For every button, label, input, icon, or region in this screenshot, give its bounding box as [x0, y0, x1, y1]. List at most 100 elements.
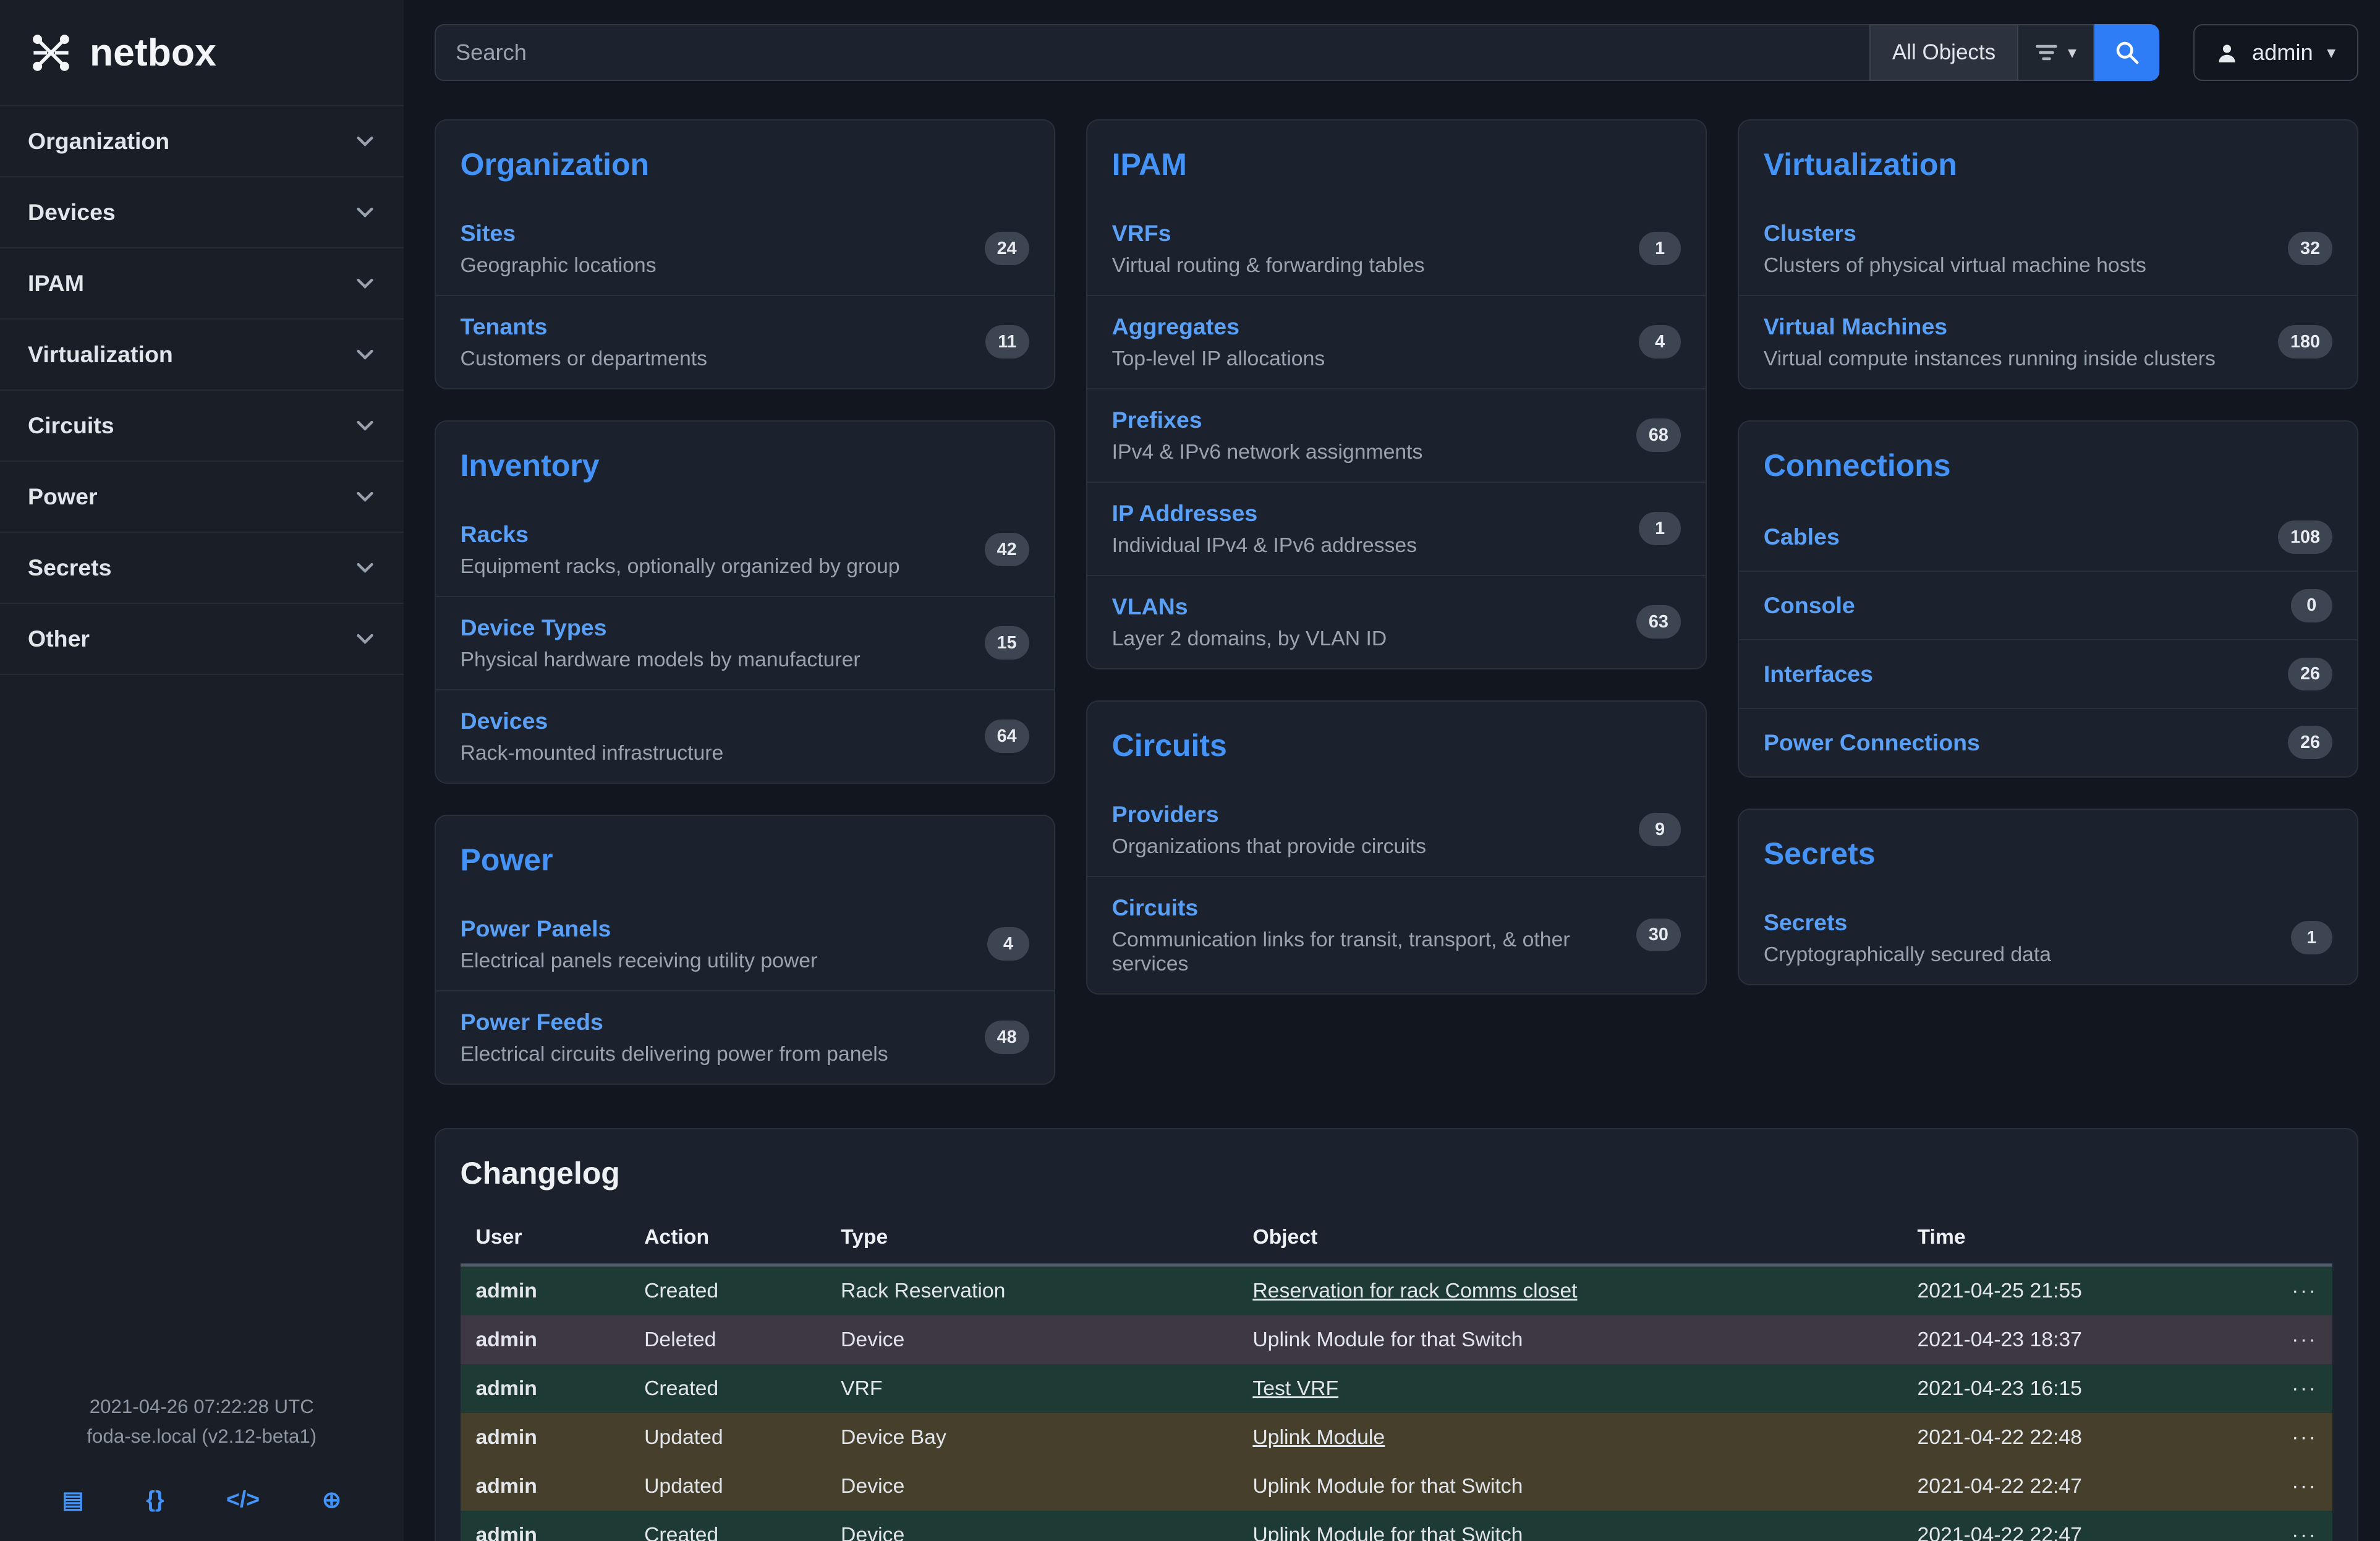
card-item-link[interactable]: Aggregates — [1112, 313, 1239, 339]
globe-icon[interactable]: ⊕ — [322, 1486, 341, 1513]
card-item-link[interactable]: Sites — [461, 220, 516, 246]
code-icon[interactable]: </> — [226, 1486, 260, 1513]
sidebar-item-label: IPAM — [28, 270, 84, 297]
changelog-action: Created — [629, 1364, 825, 1413]
card-item-link[interactable]: Device Types — [461, 614, 607, 640]
changelog-object-link[interactable]: Uplink Module — [1252, 1425, 1385, 1449]
chevron-down-icon — [354, 628, 376, 650]
changelog-row[interactable]: admin Created Device Uplink Module for t… — [461, 1511, 2333, 1541]
card-item-link[interactable]: Console — [1764, 592, 1855, 618]
card-title-link[interactable]: Power — [436, 816, 1054, 898]
card-item-link[interactable]: VLANs — [1112, 593, 1188, 619]
card-item-link[interactable]: Tenants — [461, 313, 548, 339]
changelog-row[interactable]: admin Updated Device Bay Uplink Module 2… — [461, 1413, 2333, 1462]
docs-icon[interactable]: ▤ — [62, 1486, 83, 1513]
card-item-link[interactable]: Racks — [461, 521, 529, 547]
card-title-link[interactable]: Organization — [436, 121, 1054, 203]
dashboard-card: Inventory Racks Equipment racks, optiona… — [435, 420, 1055, 784]
card-title-link[interactable]: IPAM — [1087, 121, 1706, 203]
row-actions-button[interactable]: ··· — [2276, 1511, 2332, 1541]
changelog-user: admin — [461, 1511, 629, 1541]
braces-icon[interactable]: {} — [146, 1486, 164, 1513]
row-actions-button[interactable]: ··· — [2276, 1413, 2332, 1462]
sidebar-item-secrets[interactable]: Secrets — [0, 533, 404, 604]
card-item-description: Cryptographically secured data — [1764, 943, 2051, 967]
card-item-link[interactable]: Interfaces — [1764, 661, 1873, 687]
chevron-down-icon — [354, 415, 376, 436]
card-item-link[interactable]: Virtual Machines — [1764, 313, 1947, 339]
card-item-link[interactable]: Devices — [461, 708, 548, 734]
search-input[interactable] — [435, 24, 1869, 82]
card-item-text: Prefixes IPv4 & IPv6 network assignments — [1112, 406, 1423, 464]
chevron-down-icon: ▾ — [2327, 43, 2335, 62]
dashboard-card: Power Power Panels Electrical panels rec… — [435, 815, 1055, 1085]
sidebar-item-label: Virtualization — [28, 341, 173, 368]
card-item-link[interactable]: Clusters — [1764, 220, 1856, 246]
sidebar-item-devices[interactable]: Devices — [0, 177, 404, 248]
card-item-link[interactable]: Prefixes — [1112, 407, 1202, 433]
changelog-object: Uplink Module — [1237, 1413, 1902, 1462]
card-items: Providers Organizations that provide cir… — [1087, 784, 1706, 993]
card-item-link[interactable]: Circuits — [1112, 894, 1199, 920]
card-item-link[interactable]: Secrets — [1764, 909, 1848, 935]
changelog-card: Changelog UserActionTypeObjectTime admin… — [435, 1128, 2359, 1541]
chevron-down-icon — [354, 273, 376, 294]
sidebar-item-power[interactable]: Power — [0, 462, 404, 533]
card-title-link[interactable]: Inventory — [436, 422, 1054, 504]
row-actions-button[interactable]: ··· — [2276, 1364, 2332, 1413]
sidebar-item-circuits[interactable]: Circuits — [0, 391, 404, 462]
card-item: Aggregates Top-level IP allocations 4 — [1087, 295, 1706, 388]
netbox-logo[interactable]: netbox — [0, 0, 404, 105]
sidebar-item-label: Circuits — [28, 412, 114, 439]
card-item-link[interactable]: IP Addresses — [1112, 500, 1258, 526]
sidebar-item-other[interactable]: Other — [0, 604, 404, 675]
card-item-link[interactable]: Power Connections — [1764, 729, 1980, 755]
card-item-link[interactable]: Power Feeds — [461, 1009, 603, 1035]
dashboard-card: Secrets Secrets Cryptographically secure… — [1738, 809, 2358, 985]
dashboard-card: Circuits Providers Organizations that pr… — [1086, 700, 1707, 995]
changelog-row[interactable]: admin Deleted Device Uplink Module for t… — [461, 1315, 2333, 1364]
changelog-row[interactable]: admin Created VRF Test VRF 2021-04-23 16… — [461, 1364, 2333, 1413]
card-items: Cables 108 Console 0 Interfaces 26 Power… — [1739, 504, 2357, 776]
brand-name: netbox — [90, 30, 216, 75]
row-actions-button[interactable]: ··· — [2276, 1315, 2332, 1364]
search-submit-button[interactable] — [2094, 24, 2159, 82]
card-item-text: Power Feeds Electrical circuits deliveri… — [461, 1008, 888, 1066]
changelog-object-link[interactable]: Reservation for rack Comms closet — [1252, 1279, 1577, 1302]
card-title-link[interactable]: Circuits — [1087, 702, 1706, 784]
filter-icon — [2036, 43, 2057, 62]
card-item-description: Virtual routing & forwarding tables — [1112, 253, 1425, 278]
search-scope-button[interactable]: All Objects — [1869, 24, 2018, 82]
count-badge: 26 — [2288, 658, 2332, 691]
row-actions-button[interactable]: ··· — [2276, 1265, 2332, 1315]
card-item-link[interactable]: Power Panels — [461, 915, 611, 941]
user-icon — [2216, 42, 2238, 64]
card-item-text: Providers Organizations that provide cir… — [1112, 800, 1426, 859]
search-filter-button[interactable]: ▾ — [2018, 24, 2094, 82]
card-item-link[interactable]: Providers — [1112, 801, 1219, 827]
sidebar-item-organization[interactable]: Organization — [0, 106, 404, 177]
card-item-description: IPv4 & IPv6 network assignments — [1112, 440, 1423, 464]
changelog-object: Uplink Module for that Switch — [1237, 1315, 1902, 1364]
changelog-type: Rack Reservation — [825, 1265, 1237, 1315]
changelog-column-header: Type — [825, 1213, 1237, 1265]
changelog-column-header: Object — [1237, 1213, 1902, 1265]
row-actions-button[interactable]: ··· — [2276, 1462, 2332, 1511]
sidebar-item-virtualization[interactable]: Virtualization — [0, 320, 404, 391]
card-title-link[interactable]: Virtualization — [1739, 121, 2357, 203]
card-item-link[interactable]: VRFs — [1112, 220, 1171, 246]
user-menu-button[interactable]: admin ▾ — [2193, 24, 2358, 82]
card-item: Device Types Physical hardware models by… — [436, 596, 1054, 689]
sidebar-item-ipam[interactable]: IPAM — [0, 248, 404, 320]
count-badge: 1 — [1639, 232, 1681, 265]
changelog-user: admin — [461, 1265, 629, 1315]
card-title-link[interactable]: Secrets — [1739, 810, 2357, 892]
changelog-object-link[interactable]: Test VRF — [1252, 1377, 1338, 1400]
changelog-action: Created — [629, 1511, 825, 1541]
changelog-row[interactable]: admin Created Rack Reservation Reservati… — [461, 1265, 2333, 1315]
card-item-link[interactable]: Cables — [1764, 524, 1840, 550]
count-badge: 64 — [985, 720, 1029, 753]
changelog-row[interactable]: admin Updated Device Uplink Module for t… — [461, 1462, 2333, 1511]
card-title-link[interactable]: Connections — [1739, 422, 2357, 504]
card-items: Clusters Clusters of physical virtual ma… — [1739, 203, 2357, 388]
